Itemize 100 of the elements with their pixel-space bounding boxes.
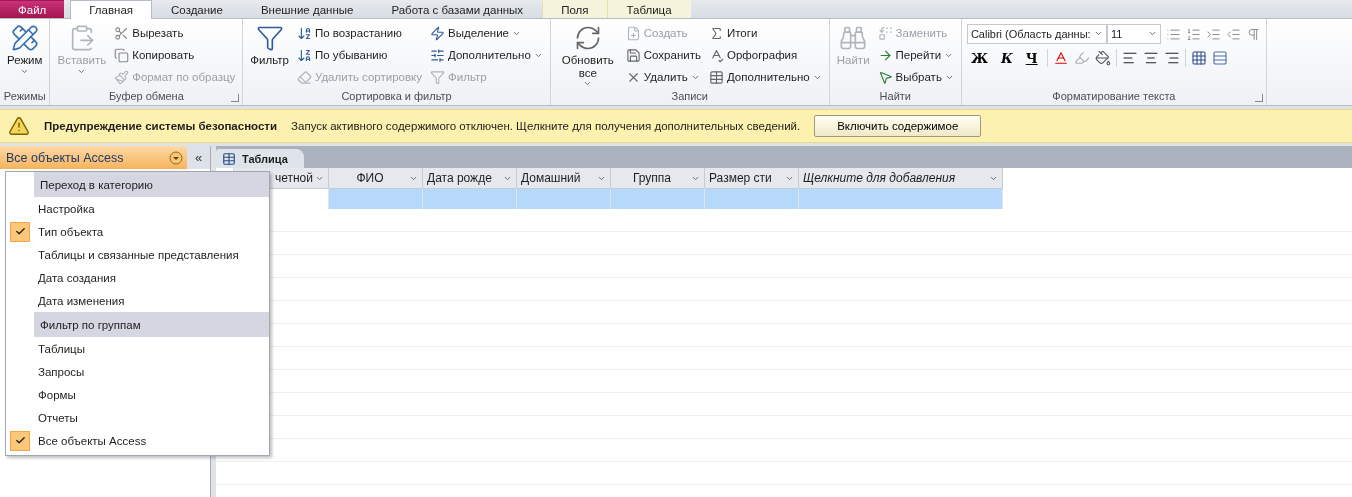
- group-label: Записи: [671, 90, 708, 105]
- collapse-pane-button[interactable]: «: [187, 146, 210, 169]
- paintbrush-icon: [114, 69, 130, 85]
- ribbon-tab[interactable]: Таблица: [607, 0, 691, 18]
- menu-section-header: Переход в категорию: [34, 172, 269, 197]
- dialog-launcher-icon[interactable]: [1254, 94, 1263, 102]
- ribbon-tab[interactable]: Файл: [0, 0, 65, 18]
- indent-icon[interactable]: [1205, 26, 1221, 42]
- caret-icon: [1147, 29, 1157, 38]
- ribbon-tab[interactable]: Создание: [152, 0, 242, 18]
- align-center-icon[interactable]: [1142, 50, 1159, 66]
- menu-item[interactable]: Все объекты Access: [38, 434, 147, 447]
- align-right-icon[interactable]: [1163, 50, 1180, 66]
- ribbon-button[interactable]: По убыванию: [295, 44, 424, 66]
- table-cell[interactable]: [329, 189, 423, 209]
- menu-item[interactable]: Формы: [38, 388, 76, 401]
- table-cell[interactable]: [705, 189, 799, 209]
- menu-section-header: Фильтр по группам: [34, 312, 269, 337]
- sort-ascending-icon: [297, 25, 312, 41]
- new-record-icon: [625, 25, 641, 41]
- column-header[interactable]: Группа: [611, 168, 705, 189]
- funnel-icon: [255, 24, 284, 52]
- font-size-field[interactable]: 11: [1106, 24, 1161, 44]
- security-title: Предупреждение системы безопасности: [44, 120, 278, 132]
- menu-item[interactable]: Запросы: [38, 365, 85, 378]
- ribbon-button[interactable]: По возрастанию: [295, 22, 424, 44]
- replace-icon: [877, 25, 893, 41]
- pilcrow-icon[interactable]: [1245, 26, 1261, 42]
- ribbon-button[interactable]: Выделение: [428, 22, 545, 44]
- group-label: Сортировка и фильтр: [341, 90, 452, 104]
- menu-item[interactable]: Тип объекта: [38, 225, 104, 238]
- ribbon-tab[interactable]: Поля: [542, 0, 608, 18]
- binoculars-icon: [839, 24, 868, 52]
- font-field[interactable]: Calibri (Область данны:: [966, 24, 1107, 44]
- ribbon-button[interactable]: Удалить: [623, 66, 703, 88]
- menu-item[interactable]: Дата изменения: [38, 294, 125, 307]
- row-color-icon[interactable]: [1211, 50, 1228, 66]
- column-header[interactable]: Дата рожде: [423, 168, 517, 189]
- document-tab[interactable]: Таблица: [216, 149, 304, 168]
- ribbon-button[interactable]: Орфография: [706, 44, 824, 66]
- ribbon-button[interactable]: Режим: [5, 22, 45, 90]
- column-header[interactable]: Размер сти: [705, 168, 799, 189]
- group-label: Форматирование текста: [1052, 90, 1176, 104]
- paint-bucket-icon[interactable]: [1094, 50, 1111, 66]
- font-color-icon[interactable]: [1052, 50, 1069, 66]
- ribbon-button[interactable]: Обновить все: [555, 22, 620, 91]
- ribbon-button[interactable]: Дополнительно: [706, 66, 824, 88]
- group-label: Найти: [879, 90, 911, 104]
- menu-item[interactable]: Дата создания: [38, 271, 116, 284]
- arrow-right-icon: [877, 47, 893, 63]
- table-cell[interactable]: [517, 189, 611, 209]
- column-header[interactable]: Щелкните для добавления: [799, 168, 1003, 189]
- ribbon-tab[interactable]: Работа с базами данных: [372, 0, 543, 18]
- ruler-pencil-icon: [10, 24, 39, 52]
- sort-descending-icon: [297, 47, 312, 63]
- table-cell[interactable]: [423, 189, 517, 209]
- enable-content-button[interactable]: Включить содержимое: [814, 115, 982, 137]
- table-icon: [708, 69, 724, 85]
- security-message: Запуск активного содержимого отключен. Щелкните для получения дополнительных сведений.: [291, 120, 801, 132]
- ribbon-tab[interactable]: Главная: [70, 0, 153, 19]
- menu-item[interactable]: Таблицы и связанные представления: [38, 248, 239, 261]
- dropdown-icon: [169, 150, 183, 165]
- scissors-icon: [114, 25, 130, 41]
- text-style-button[interactable]: Ч: [1021, 50, 1042, 66]
- sliders-icon: [430, 47, 445, 63]
- table-cell[interactable]: [611, 189, 705, 209]
- group-label: Буфер обмена: [109, 90, 184, 104]
- menu-item[interactable]: Отчеты: [38, 411, 78, 424]
- ribbon-button[interactable]: Выбрать: [875, 66, 956, 88]
- column-header[interactable]: Домашний: [517, 168, 611, 189]
- text-style-button[interactable]: К: [996, 50, 1017, 66]
- column-header[interactable]: ФИО: [329, 168, 423, 189]
- align-left-icon[interactable]: [1121, 50, 1138, 66]
- group-label: Режимы: [3, 90, 46, 104]
- ribbon-button[interactable]: Сохранить: [623, 44, 703, 66]
- caret-icon: [1093, 29, 1103, 38]
- pointer-icon: [877, 69, 893, 85]
- ribbon-button[interactable]: Итоги: [706, 22, 824, 44]
- table-icon: [222, 151, 236, 166]
- save-icon: [625, 47, 641, 63]
- ribbon-button[interactable]: Копировать: [112, 44, 238, 66]
- nav-pane-title[interactable]: Все объекты Access: [0, 146, 187, 169]
- ribbon-button[interactable]: Дополнительно: [428, 44, 545, 66]
- ribbon-button[interactable]: Фильтр: [248, 22, 291, 90]
- eraser-icon: [297, 69, 312, 85]
- numbered-list-icon[interactable]: [1185, 26, 1201, 42]
- ribbon-tab[interactable]: Внешние данные: [241, 0, 373, 18]
- gridlines-icon[interactable]: [1190, 50, 1207, 66]
- outdent-icon[interactable]: [1225, 26, 1241, 42]
- ribbon-button[interactable]: Перейти: [875, 44, 956, 66]
- funnel-icon: [430, 69, 445, 85]
- lightning-icon: [430, 25, 445, 41]
- copy-icon: [114, 47, 130, 63]
- menu-item[interactable]: Таблицы: [38, 342, 85, 355]
- bullet-list-icon[interactable]: [1165, 26, 1181, 42]
- menu-item[interactable]: Настройка: [38, 202, 95, 215]
- text-style-button[interactable]: Ж: [966, 50, 992, 66]
- table-cell[interactable]: [799, 189, 1003, 209]
- ribbon-button[interactable]: Вырезать: [112, 22, 238, 44]
- dialog-launcher-icon[interactable]: [231, 94, 240, 102]
